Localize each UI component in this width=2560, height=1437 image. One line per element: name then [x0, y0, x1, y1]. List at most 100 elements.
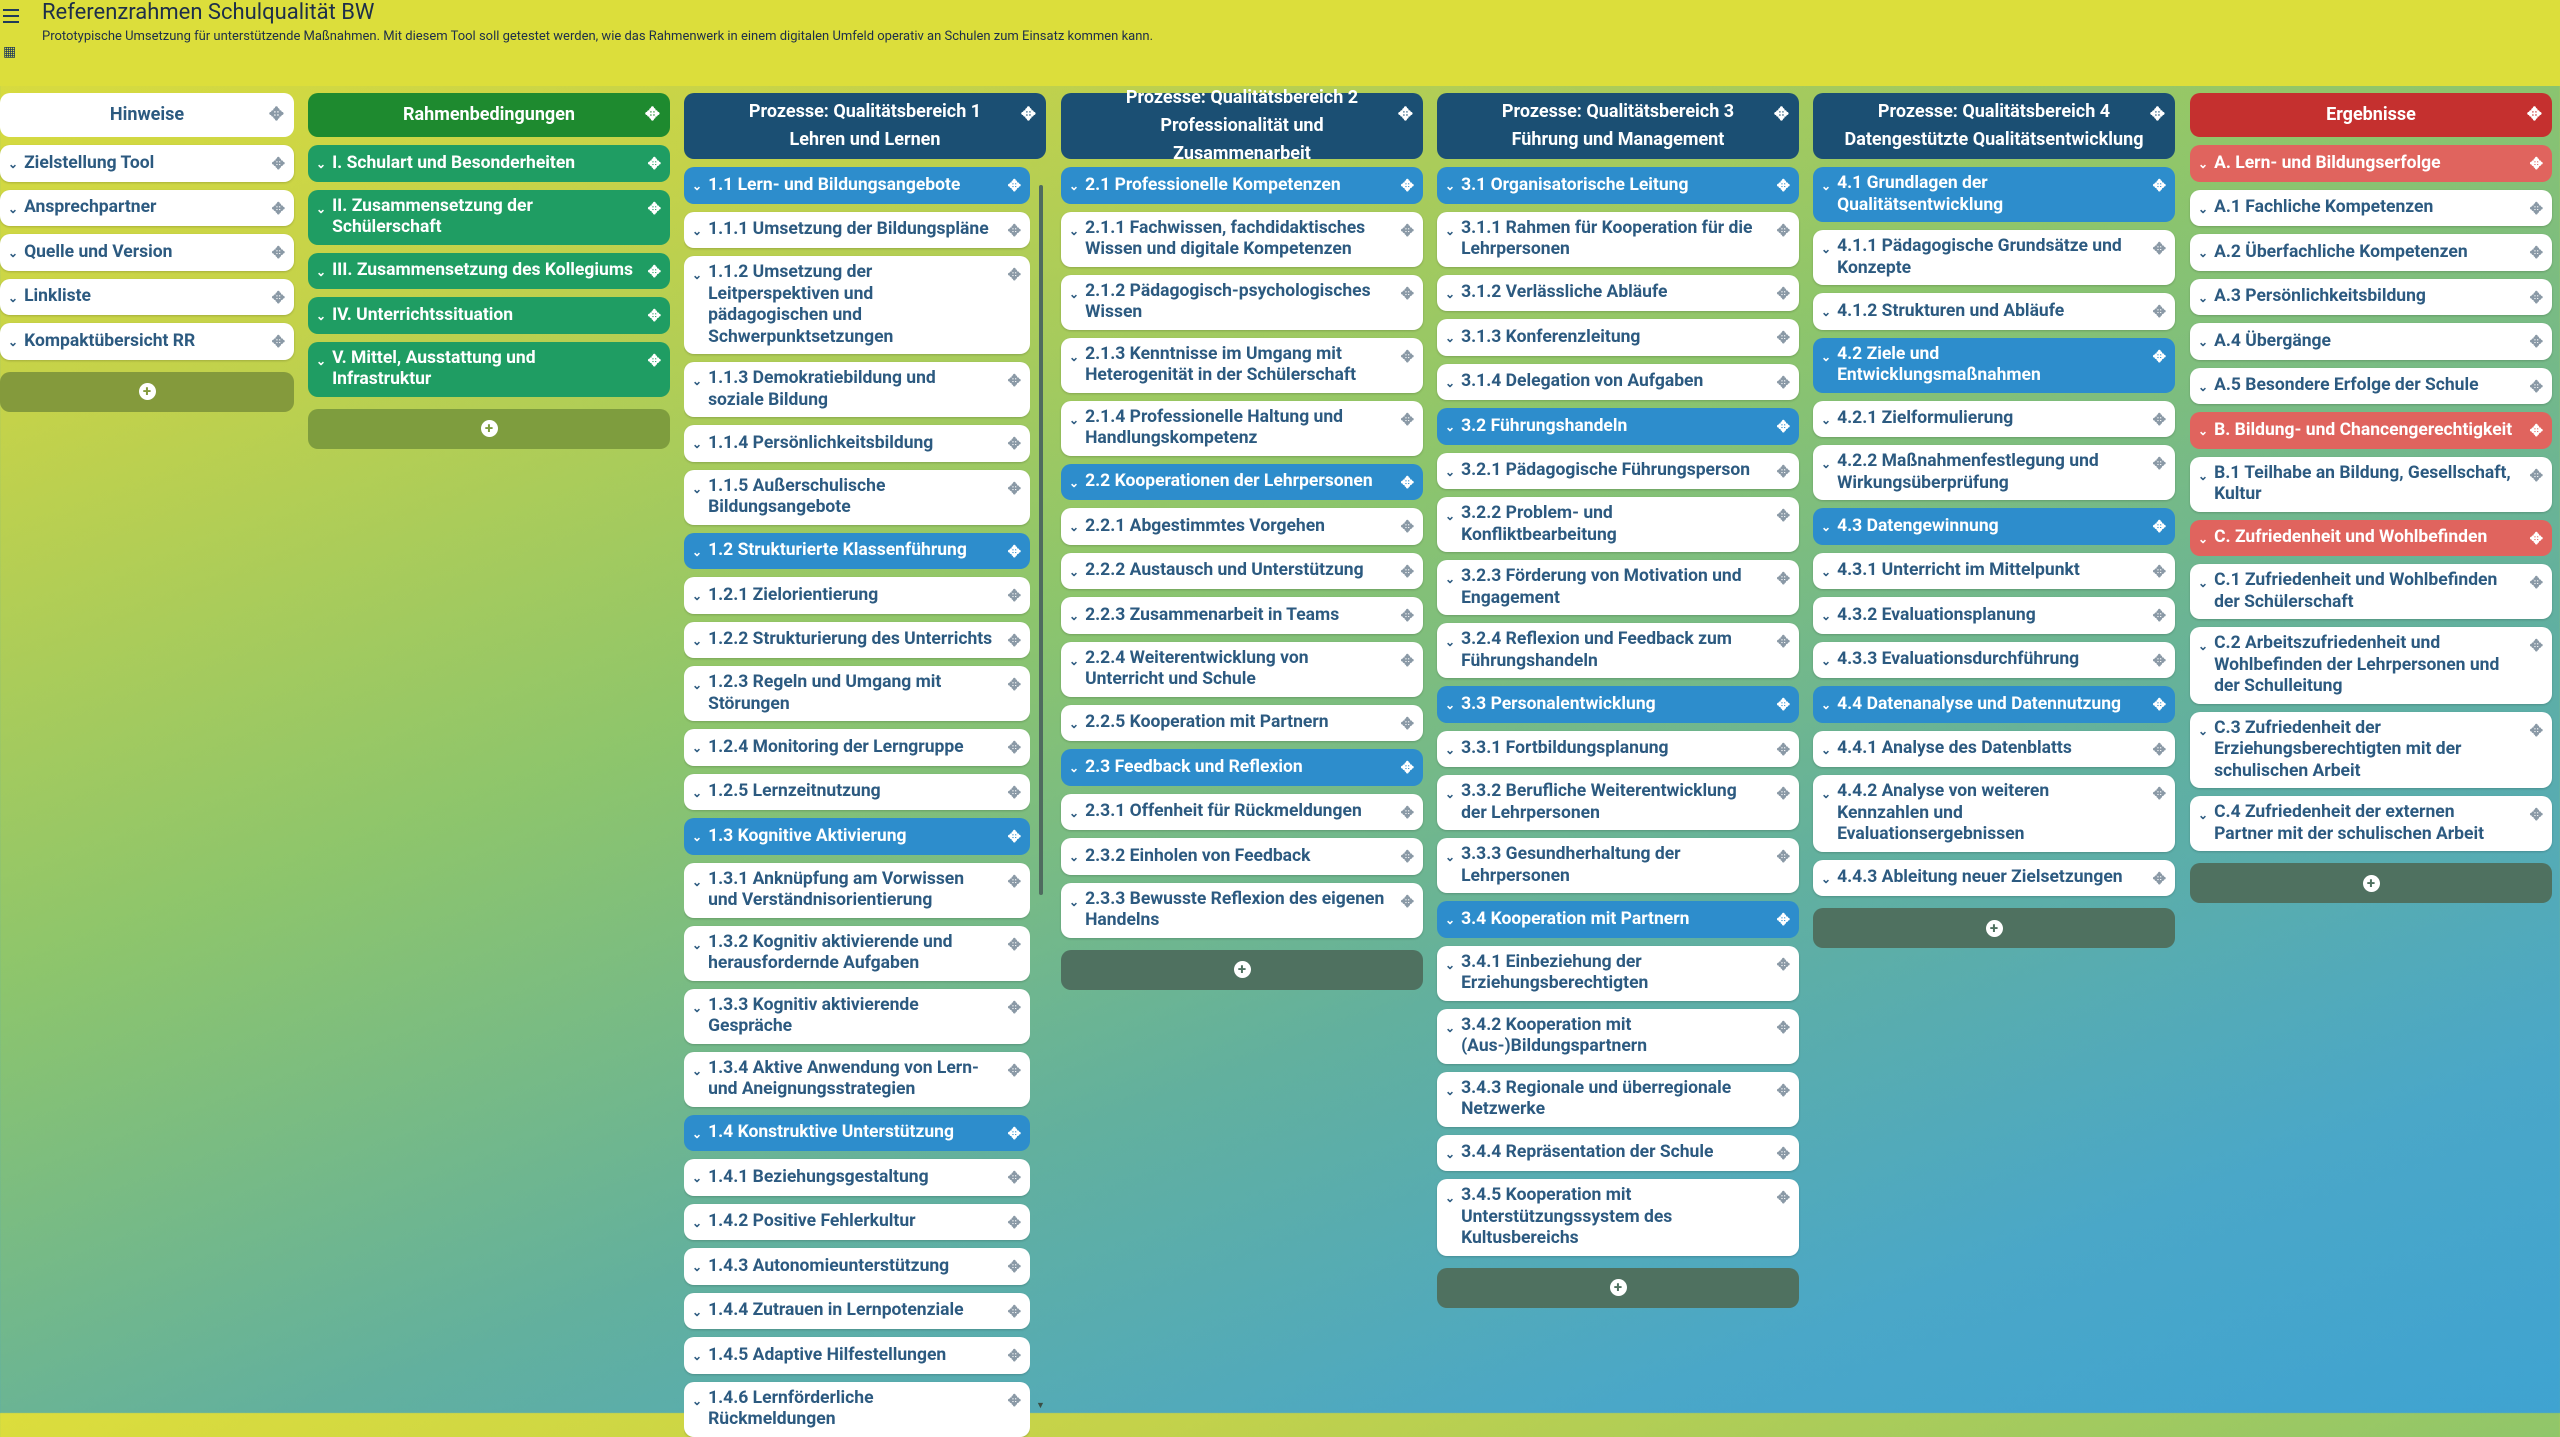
chevron-down-icon[interactable]: ⌄ [1445, 955, 1455, 977]
move-icon[interactable]: ✥ [1401, 472, 1414, 494]
card[interactable]: ⌄ 3.3 Personalentwicklung ✥ [1437, 686, 1799, 723]
card[interactable]: ⌄ 2.2.2 Austausch und Unterstützung ✥ [1061, 552, 1423, 589]
chevron-down-icon[interactable]: ⌄ [2198, 421, 2208, 443]
move-icon[interactable]: ✥ [1008, 630, 1021, 652]
card[interactable]: ⌄ 1.2.1 Zielorientierung ✥ [684, 577, 1030, 614]
move-icon[interactable]: ✥ [1401, 650, 1414, 672]
card[interactable]: ⌄ 3.1.4 Delegation von Aufgaben ✥ [1437, 363, 1799, 400]
card[interactable]: ⌄ 2.2.4 Weiterentwicklung von Unterricht … [1061, 641, 1423, 697]
chevron-down-icon[interactable]: ⌄ [1069, 606, 1079, 628]
move-icon[interactable]: ✥ [1777, 568, 1790, 590]
card[interactable]: ⌄ 2.3 Feedback und Reflexion ✥ [1061, 749, 1423, 786]
card[interactable]: ⌄ A.1 Fachliche Kompetenzen ✥ [2190, 189, 2552, 226]
card[interactable]: ⌄ Quelle und Version ✥ [0, 234, 294, 271]
card[interactable]: ⌄ 1.3.4 Aktive Anwendung von Lern- und An… [684, 1051, 1030, 1107]
move-icon[interactable]: ✥ [272, 242, 285, 264]
card[interactable]: ⌄ 3.4.2 Kooperation mit (Aus-)Bildungspar… [1437, 1008, 1799, 1064]
card[interactable]: ⌄ 2.1.2 Pädagogisch-psychologisches Wisse… [1061, 274, 1423, 330]
chevron-down-icon[interactable]: ⌄ [692, 1346, 702, 1368]
move-icon[interactable]: ✥ [1777, 220, 1790, 242]
move-icon[interactable]: ✥ [1008, 1167, 1021, 1189]
chevron-down-icon[interactable]: ⌄ [692, 479, 702, 501]
chevron-down-icon[interactable]: ⌄ [692, 371, 702, 393]
move-icon[interactable]: ✥ [1777, 1143, 1790, 1165]
chevron-down-icon[interactable]: ⌄ [1445, 373, 1455, 395]
card[interactable]: ⌄ IV. Unterrichtssituation ✥ [308, 297, 670, 334]
chevron-down-icon[interactable]: ⌄ [1445, 632, 1455, 654]
add-card-button[interactable]: + [1813, 908, 2175, 948]
chevron-down-icon[interactable]: ⌄ [1445, 910, 1455, 932]
move-icon[interactable]: ✥ [648, 153, 661, 175]
card[interactable]: ⌄ A.2 Überfachliche Kompetenzen ✥ [2190, 234, 2552, 271]
card[interactable]: ⌄ 2.3.3 Bewusste Reflexion des eigenen Ha… [1061, 882, 1423, 938]
card[interactable]: ⌄ C.3 Zufriedenheit der Erziehungsberecht… [2190, 711, 2552, 788]
chevron-down-icon[interactable]: ⌄ [1821, 517, 1831, 539]
chevron-down-icon[interactable]: ⌄ [2198, 154, 2208, 176]
card[interactable]: ⌄ 4.2 Ziele und Entwicklungsmaßnahmen ✥ [1813, 337, 2175, 393]
card[interactable]: ⌄ 1.4 Konstruktive Unterstützung ✥ [684, 1114, 1030, 1151]
card[interactable]: ⌄ Zielstellung Tool ✥ [0, 145, 294, 182]
card[interactable]: ⌄ 1.4.2 Positive Fehlerkultur ✥ [684, 1203, 1030, 1240]
chevron-down-icon[interactable]: ⌄ [2198, 377, 2208, 399]
move-icon[interactable]: ✥ [2153, 605, 2166, 627]
chevron-down-icon[interactable]: ⌄ [2198, 636, 2208, 658]
card[interactable]: ⌄ 4.2.1 Zielformulierung ✥ [1813, 400, 2175, 437]
move-icon[interactable]: ✥ [1008, 175, 1021, 197]
move-icon[interactable]: ✥ [648, 305, 661, 327]
card[interactable]: ⌄ 3.4.1 Einbeziehung der Erziehungsberech… [1437, 945, 1799, 1001]
move-icon[interactable]: ✥ [1777, 327, 1790, 349]
move-icon[interactable]: ✥ [2530, 804, 2543, 826]
move-icon[interactable]: ✥ [2530, 635, 2543, 657]
move-icon[interactable]: ✥ [1008, 737, 1021, 759]
chevron-down-icon[interactable]: ⌄ [1445, 506, 1455, 528]
move-icon[interactable]: ✥ [272, 331, 285, 353]
move-icon[interactable]: ✥ [1777, 175, 1790, 197]
move-icon[interactable]: ✥ [1401, 409, 1414, 431]
move-icon[interactable]: ✥ [1008, 264, 1021, 286]
menu-icon[interactable] [3, 9, 19, 27]
move-icon[interactable]: ✥ [1401, 220, 1414, 242]
card[interactable]: ⌄ A.5 Besondere Erfolge der Schule ✥ [2190, 367, 2552, 404]
chevron-down-icon[interactable]: ⌄ [692, 1213, 702, 1235]
card[interactable]: ⌄ 2.3.1 Offenheit für Rückmeldungen ✥ [1061, 793, 1423, 830]
chevron-down-icon[interactable]: ⌄ [316, 154, 326, 176]
chevron-down-icon[interactable]: ⌄ [1069, 284, 1079, 306]
move-icon[interactable]: ✥ [1008, 1212, 1021, 1234]
card[interactable]: ⌄ 3.2.1 Pädagogische Führungsperson ✥ [1437, 452, 1799, 489]
move-icon[interactable]: ✥ [269, 101, 284, 129]
chevron-down-icon[interactable]: ⌄ [692, 631, 702, 653]
card[interactable]: ⌄ 1.1 Lern- und Bildungsangebote ✥ [684, 167, 1030, 204]
move-icon[interactable]: ✥ [2153, 516, 2166, 538]
chevron-down-icon[interactable]: ⌄ [2198, 573, 2208, 595]
card[interactable]: ⌄ 1.2 Strukturierte Klassenführung ✥ [684, 532, 1030, 569]
card[interactable]: ⌄ C.2 Arbeitszufriedenheit und Wohlbefind… [2190, 627, 2552, 704]
chevron-down-icon[interactable]: ⌄ [1821, 239, 1831, 261]
column-scrollbar-thumb[interactable] [1039, 185, 1043, 895]
chevron-down-icon[interactable]: ⌄ [1445, 328, 1455, 350]
move-icon[interactable]: ✥ [1401, 713, 1414, 735]
chevron-down-icon[interactable]: ⌄ [1069, 176, 1079, 198]
chevron-down-icon[interactable]: ⌄ [1445, 847, 1455, 869]
column-header[interactable]: Rahmenbedingungen ✥ [308, 93, 670, 137]
move-icon[interactable]: ✥ [2153, 694, 2166, 716]
chevron-down-icon[interactable]: ⌄ [1445, 740, 1455, 762]
move-icon[interactable]: ✥ [648, 350, 661, 372]
card[interactable]: ⌄ 3.3.2 Berufliche Weiterentwicklung der … [1437, 775, 1799, 830]
move-icon[interactable]: ✥ [1401, 561, 1414, 583]
card[interactable]: ⌄ 3.1.3 Konferenzleitung ✥ [1437, 319, 1799, 356]
chevron-down-icon[interactable]: ⌄ [692, 221, 702, 243]
card[interactable]: ⌄ 3.1.1 Rahmen für Kooperation für die Le… [1437, 211, 1799, 267]
add-card-button[interactable]: + [1061, 949, 1423, 990]
chevron-down-icon[interactable]: ⌄ [1821, 651, 1831, 673]
move-icon[interactable]: ✥ [1774, 101, 1789, 129]
chevron-down-icon[interactable]: ⌄ [316, 199, 326, 221]
card[interactable]: ⌄ 4.1 Grundlagen der Qualitätsentwicklung… [1813, 167, 2175, 222]
chevron-down-icon[interactable]: ⌄ [692, 1124, 702, 1146]
chevron-down-icon[interactable]: ⌄ [692, 542, 702, 564]
chevron-down-icon[interactable]: ⌄ [1821, 347, 1831, 369]
chevron-down-icon[interactable]: ⌄ [1821, 562, 1831, 584]
move-icon[interactable]: ✥ [2153, 783, 2166, 805]
card[interactable]: ⌄ 1.1.5 Außerschulische Bildungsangebote ✥ [684, 469, 1030, 525]
card[interactable]: ⌄ II. Zusammensetzung der Schülerschaft ✥ [308, 189, 670, 245]
move-icon[interactable]: ✥ [1008, 826, 1021, 848]
